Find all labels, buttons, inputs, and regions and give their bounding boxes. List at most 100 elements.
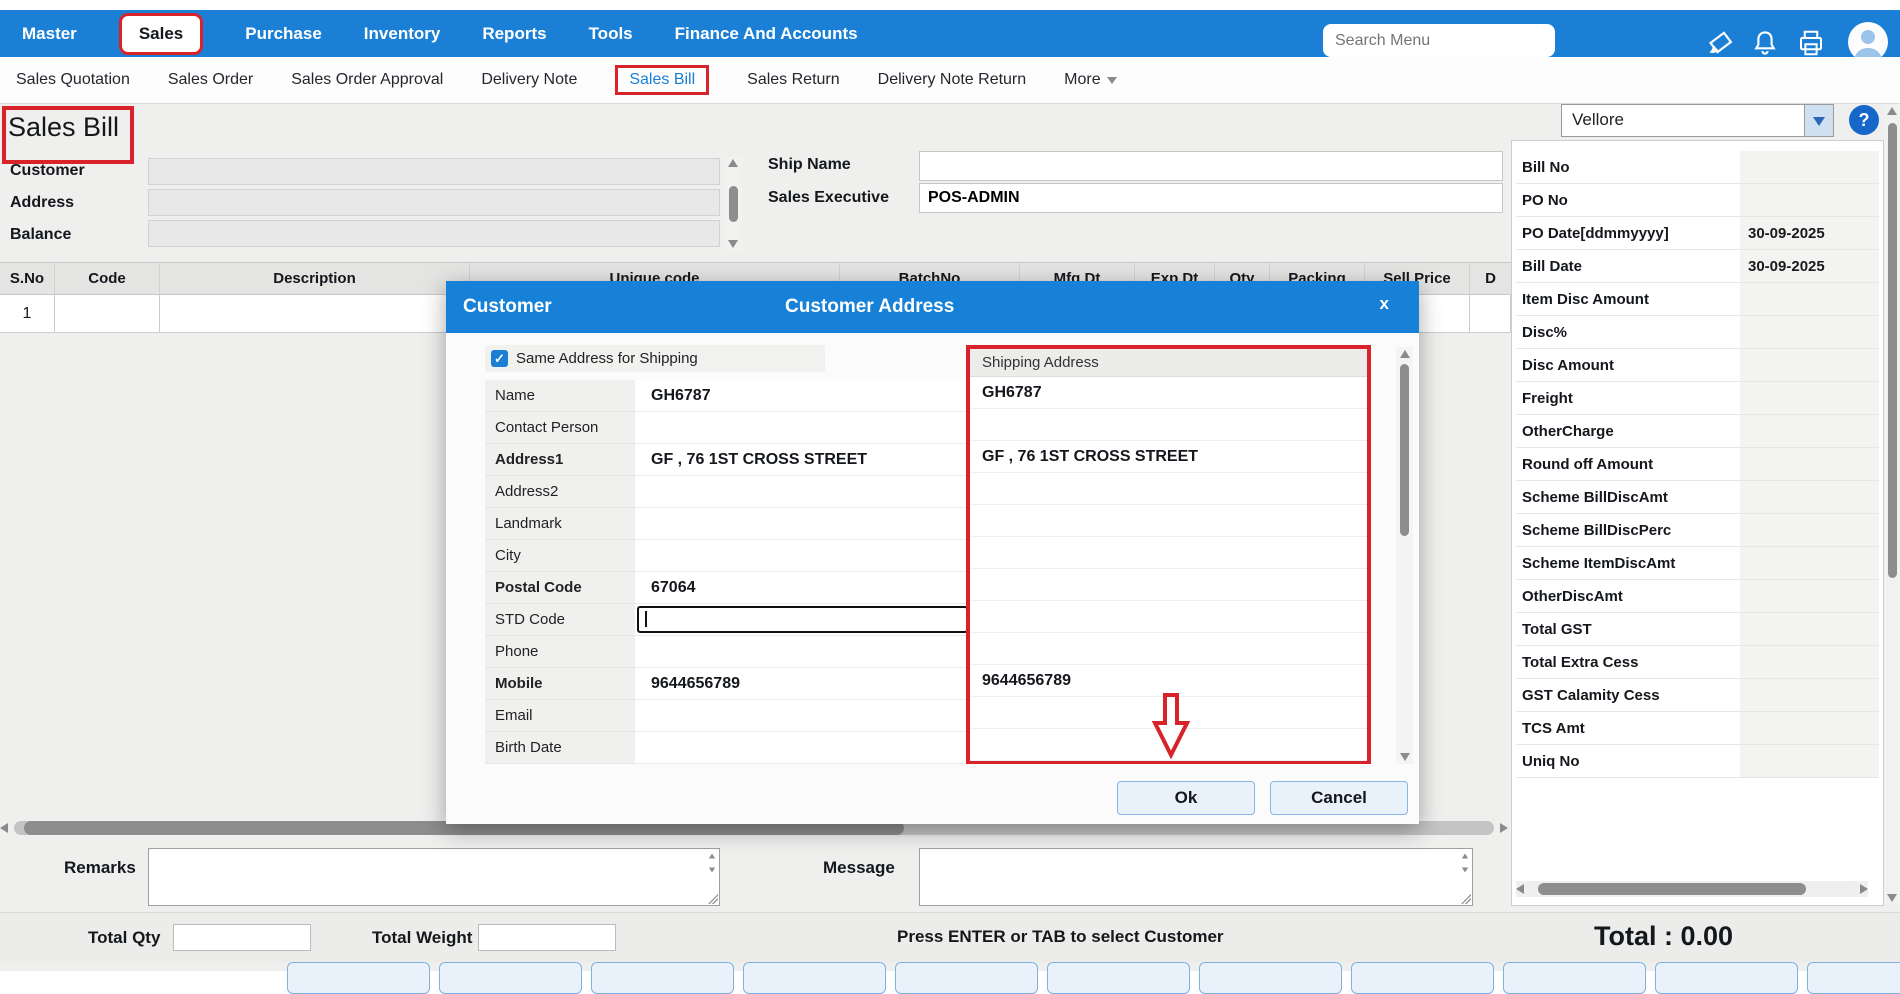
scrollbar-thumb[interactable] (1400, 364, 1409, 536)
shipping-field-value[interactable] (970, 569, 1367, 601)
top-nav-item[interactable]: Reports (482, 24, 546, 44)
ok-button[interactable]: Ok (1117, 781, 1255, 815)
scroll-up-icon[interactable] (1887, 107, 1897, 115)
scrollbar-thumb[interactable] (1888, 123, 1897, 578)
cell-description[interactable] (160, 295, 470, 333)
help-icon[interactable]: ? (1849, 105, 1879, 135)
shipping-field-value[interactable]: GF , 76 1ST CROSS STREET (970, 441, 1367, 473)
textarea-scroll-arrows[interactable] (1460, 852, 1470, 874)
modal-vscrollbar[interactable] (1396, 347, 1413, 764)
address-field-input[interactable] (635, 732, 966, 764)
address-field-input[interactable] (635, 604, 966, 636)
address-field-input[interactable] (635, 508, 966, 540)
same-address-checkbox[interactable] (491, 350, 508, 367)
scroll-right-icon[interactable] (1860, 884, 1868, 894)
address-field-input[interactable] (635, 700, 966, 732)
address-field-input[interactable] (635, 636, 966, 668)
scroll-up-icon[interactable] (1462, 854, 1468, 859)
address-field-input[interactable]: GF , 76 1ST CROSS STREET (635, 444, 966, 476)
action-button[interactable] (287, 962, 430, 994)
scroll-down-icon[interactable] (1462, 868, 1468, 873)
summary-row-value[interactable] (1740, 283, 1879, 315)
summary-row-value[interactable] (1740, 712, 1879, 744)
sub-nav-item[interactable]: More (1064, 71, 1116, 89)
sub-nav-item[interactable]: Sales Bill (615, 65, 709, 95)
close-icon[interactable]: x (1380, 294, 1389, 314)
action-button[interactable] (895, 962, 1038, 994)
scroll-left-icon[interactable] (0, 823, 8, 833)
summary-row-value[interactable] (1740, 646, 1879, 678)
address-field-input[interactable]: 9644656789 (635, 668, 966, 700)
scroll-down-icon[interactable] (709, 868, 715, 873)
ship-name-input[interactable] (919, 151, 1503, 181)
cell-code[interactable] (55, 295, 160, 333)
address-field[interactable] (148, 189, 720, 216)
resize-grip-icon[interactable] (708, 894, 718, 904)
summary-row-value[interactable]: 30-09-2025 (1740, 217, 1879, 249)
shipping-field-value[interactable] (970, 601, 1367, 633)
summary-row-value[interactable] (1740, 745, 1879, 777)
shipping-field-value[interactable]: GH6787 (970, 377, 1367, 409)
address-field-input[interactable] (635, 412, 966, 444)
address-field-input[interactable]: GH6787 (635, 380, 966, 412)
action-button[interactable] (1047, 962, 1190, 994)
summary-row-value[interactable] (1740, 415, 1879, 447)
summary-row-value[interactable] (1740, 151, 1879, 183)
scrollbar-thumb[interactable] (1538, 883, 1806, 895)
search-input[interactable] (1323, 24, 1555, 57)
scroll-down-icon[interactable] (728, 240, 738, 248)
address-field-input[interactable] (635, 476, 966, 508)
page-vscrollbar[interactable] (1884, 104, 1900, 905)
sub-nav-item[interactable]: Delivery Note (481, 71, 577, 89)
shipping-field-value[interactable] (970, 633, 1367, 665)
scroll-up-icon[interactable] (1400, 350, 1410, 358)
textarea-scroll-arrows[interactable] (707, 852, 717, 874)
summary-hscrollbar[interactable] (1516, 881, 1868, 897)
scrollbar-thumb[interactable] (729, 186, 738, 222)
total-weight-input[interactable] (478, 924, 616, 951)
sub-nav-item[interactable]: Sales Order Approval (291, 71, 443, 89)
scroll-up-icon[interactable] (728, 159, 738, 167)
sub-nav-item[interactable]: Sales Return (747, 71, 840, 89)
cancel-button[interactable]: Cancel (1270, 781, 1408, 815)
branch-select[interactable]: Vellore (1561, 104, 1834, 137)
summary-row-value[interactable] (1740, 679, 1879, 711)
top-nav-item[interactable]: Tools (589, 24, 633, 44)
top-nav-item[interactable]: Sales (119, 13, 203, 55)
theme-brush-icon[interactable] (1705, 28, 1735, 58)
customer-field[interactable] (148, 158, 720, 185)
sales-executive-input[interactable] (919, 183, 1503, 213)
print-icon[interactable] (1796, 28, 1826, 58)
address-field-input[interactable] (635, 540, 966, 572)
shipping-field-value[interactable] (970, 409, 1367, 441)
sub-nav-item[interactable]: Sales Order (168, 71, 253, 89)
action-button[interactable] (1503, 962, 1646, 994)
shipping-field-value[interactable] (970, 537, 1367, 569)
summary-row-value[interactable]: 30-09-2025 (1740, 250, 1879, 282)
address-field-input[interactable]: 67064 (635, 572, 966, 604)
summary-row-value[interactable] (1740, 184, 1879, 216)
remarks-textarea[interactable] (149, 849, 719, 905)
summary-row-value[interactable] (1740, 316, 1879, 348)
action-button[interactable] (439, 962, 582, 994)
shipping-field-value[interactable] (970, 473, 1367, 505)
action-button[interactable] (1351, 962, 1494, 994)
top-nav-item[interactable]: Inventory (364, 24, 441, 44)
resize-grip-icon[interactable] (1461, 894, 1471, 904)
branch-dropdown-button[interactable] (1804, 105, 1833, 136)
notifications-bell-icon[interactable] (1750, 28, 1780, 58)
sub-nav-item[interactable]: Sales Quotation (16, 71, 130, 89)
total-qty-input[interactable] (173, 924, 311, 951)
action-button[interactable] (1807, 962, 1900, 994)
message-textarea[interactable] (920, 849, 1472, 905)
sub-nav-item[interactable]: Delivery Note Return (878, 71, 1027, 89)
summary-row-value[interactable] (1740, 580, 1879, 612)
action-button[interactable] (1655, 962, 1798, 994)
scroll-down-icon[interactable] (1400, 753, 1410, 761)
action-button[interactable] (743, 962, 886, 994)
summary-row-value[interactable] (1740, 349, 1879, 381)
summary-row-value[interactable] (1740, 382, 1879, 414)
action-button[interactable] (591, 962, 734, 994)
action-button[interactable] (1199, 962, 1342, 994)
top-nav-item[interactable]: Purchase (245, 24, 322, 44)
